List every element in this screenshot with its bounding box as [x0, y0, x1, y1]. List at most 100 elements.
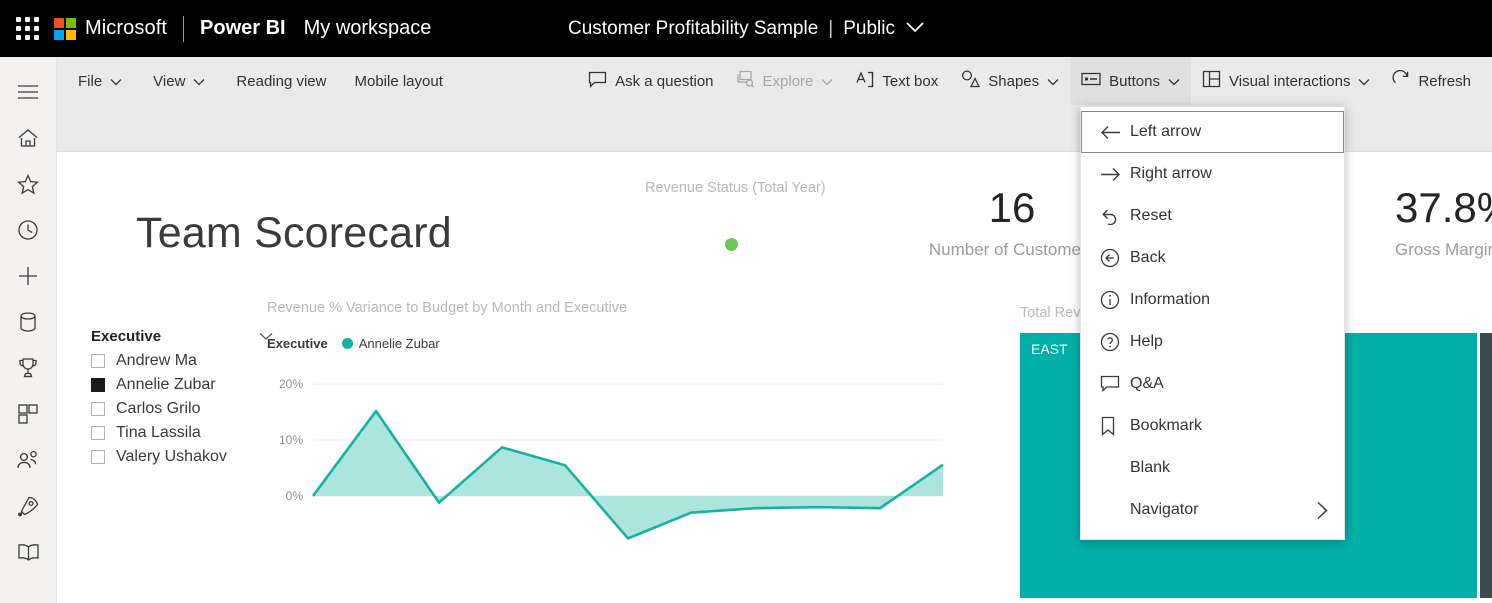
- sidebar-item-create[interactable]: [0, 253, 57, 299]
- microsoft-logo[interactable]: Microsoft: [54, 17, 167, 40]
- left-navigation-rail: [0, 57, 57, 603]
- revenue-variance-area-chart[interactable]: Revenue % Variance to Budget by Month an…: [267, 300, 987, 600]
- chevron-down-icon: [1358, 73, 1370, 90]
- report-page-heading: Team Scorecard: [136, 209, 452, 257]
- sidebar-item-recent[interactable]: [0, 207, 57, 253]
- buttons-icon: [1081, 72, 1101, 90]
- menu-item-reset[interactable]: Reset: [1081, 195, 1344, 237]
- chart-plot-area: 20% 10% 0%: [279, 377, 944, 540]
- menu-item-left-arrow[interactable]: Left arrow: [1081, 111, 1344, 153]
- sidebar-item-shared[interactable]: [0, 437, 57, 483]
- menu-item-bookmark[interactable]: Bookmark: [1081, 405, 1344, 447]
- slicer-header[interactable]: Executive: [91, 328, 281, 345]
- menu-item-label: Right arrow: [1130, 165, 1212, 182]
- chevron-down-icon: [1168, 73, 1180, 90]
- svg-text:0%: 0%: [286, 489, 304, 503]
- checkbox-icon[interactable]: [91, 426, 105, 440]
- svg-text:20%: 20%: [279, 377, 303, 391]
- chevron-down-icon[interactable]: [906, 20, 924, 38]
- toolbar-item-reading-view[interactable]: Reading view: [225, 57, 337, 105]
- toolbar-item-buttons[interactable]: Buttons: [1070, 57, 1191, 105]
- list-item[interactable]: Andrew Ma: [91, 349, 281, 373]
- chart-legend: Executive Annelie Zubar: [267, 336, 987, 351]
- list-item[interactable]: Valery Ushakov: [91, 445, 281, 469]
- status-card-title: Revenue Status (Total Year): [645, 180, 826, 196]
- list-item[interactable]: Annelie Zubar: [91, 373, 281, 397]
- toolbar-item-view[interactable]: View: [142, 57, 216, 105]
- checkbox-icon[interactable]: [91, 402, 105, 416]
- toolbar-label: File: [78, 72, 103, 90]
- toolbar-item-refresh[interactable]: Refresh: [1381, 57, 1482, 105]
- menu-item-label: Back: [1130, 249, 1166, 266]
- menu-item-qanda[interactable]: Q&A: [1081, 363, 1344, 405]
- toolbar-item-visual-interactions[interactable]: Visual interactions: [1191, 57, 1381, 105]
- sidebar-item-deployment[interactable]: [0, 483, 57, 529]
- brand-divider: [183, 15, 185, 42]
- kpi-value: 37.8%: [1395, 184, 1492, 231]
- sidebar-item-home[interactable]: [0, 115, 57, 161]
- treemap-tile-north[interactable]: N: [1480, 333, 1492, 598]
- sidebar-item-favorites[interactable]: [0, 161, 57, 207]
- reset-icon: [1100, 208, 1130, 225]
- toolbar-label: Ask a question: [615, 72, 714, 90]
- kpi-label: Gross Margin: [1395, 240, 1492, 259]
- sidebar-item-apps[interactable]: [0, 391, 57, 437]
- menu-item-blank[interactable]: Blank: [1081, 447, 1344, 489]
- list-item[interactable]: Carlos Grilo: [91, 397, 281, 421]
- app-launcher-icon[interactable]: [0, 17, 54, 40]
- microsoft-squares-icon: [54, 17, 76, 40]
- toolbar-item-ask-a-question[interactable]: Ask a question: [577, 57, 724, 105]
- toolbar-label: Explore: [762, 72, 814, 90]
- help-circle-icon: [1100, 332, 1130, 352]
- toolbar-item-explore: Explore: [725, 57, 845, 105]
- checkbox-icon[interactable]: [91, 354, 105, 368]
- menu-item-label: Navigator: [1130, 501, 1199, 518]
- menu-item-navigator[interactable]: Navigator: [1081, 489, 1344, 531]
- slicer-option-label: Carlos Grilo: [116, 400, 201, 417]
- buttons-dropdown-menu: Left arrow Right arrow Reset Back Inform: [1080, 106, 1345, 540]
- slicer-option-label: Annelie Zubar: [116, 376, 216, 393]
- menu-item-right-arrow[interactable]: Right arrow: [1081, 153, 1344, 195]
- bookmark-icon: [1100, 416, 1130, 436]
- power-bi-brand[interactable]: Power BI: [200, 17, 286, 40]
- chat-bubble-icon: [588, 71, 607, 92]
- kpi-gross-margin[interactable]: 37.8% Gross Margin: [1377, 187, 1492, 260]
- chart-title: Revenue % Variance to Budget by Month an…: [267, 300, 628, 316]
- refresh-icon: [1392, 69, 1410, 92]
- toolbar-label: Refresh: [1418, 72, 1471, 90]
- revenue-status-card[interactable]: Revenue Status (Total Year): [645, 180, 826, 251]
- menu-item-label: Reset: [1130, 207, 1172, 224]
- shapes-icon: [960, 70, 981, 92]
- top-navigation-bar: Microsoft Power BI My workspace Customer…: [0, 0, 1492, 57]
- treemap-tile-label: EAST: [1031, 341, 1068, 357]
- svg-text:10%: 10%: [279, 433, 303, 447]
- legend-label: Annelie Zubar: [358, 336, 440, 351]
- slicer-option-label: Valery Ushakov: [116, 448, 227, 465]
- back-circle-icon: [1100, 248, 1130, 268]
- workspace-name[interactable]: My workspace: [304, 17, 432, 40]
- arrow-right-icon: [1100, 167, 1130, 182]
- sidebar-item-goals[interactable]: [0, 345, 57, 391]
- toolbar-label: View: [153, 72, 186, 90]
- toolbar-item-file[interactable]: File: [67, 57, 133, 105]
- sidebar-item-hamburger[interactable]: [0, 69, 57, 115]
- menu-item-information[interactable]: Information: [1081, 279, 1344, 321]
- checkbox-icon[interactable]: [91, 378, 105, 392]
- sensitivity-label[interactable]: Public: [843, 18, 895, 40]
- toolbar-item-shapes[interactable]: Shapes: [949, 57, 1070, 105]
- menu-item-back[interactable]: Back: [1081, 237, 1344, 279]
- info-circle-icon: [1100, 290, 1130, 310]
- power-bi-report-editor: Microsoft Power BI My workspace Customer…: [0, 0, 1492, 603]
- menu-item-help[interactable]: Help: [1081, 321, 1344, 363]
- toolbar-item-mobile-layout[interactable]: Mobile layout: [343, 57, 453, 105]
- explore-icon: [736, 70, 755, 92]
- checkbox-icon[interactable]: [91, 450, 105, 464]
- legend-swatch: [341, 338, 353, 349]
- sidebar-item-learn[interactable]: [0, 529, 57, 575]
- sidebar-item-datasets[interactable]: [0, 299, 57, 345]
- chevron-down-icon: [1047, 73, 1059, 90]
- legend-title: Executive: [267, 336, 328, 351]
- slicer-option-list: Andrew Ma Annelie Zubar Carlos Grilo Tin…: [91, 349, 281, 469]
- list-item[interactable]: Tina Lassila: [91, 421, 281, 445]
- toolbar-item-text-box[interactable]: Text box: [844, 57, 949, 105]
